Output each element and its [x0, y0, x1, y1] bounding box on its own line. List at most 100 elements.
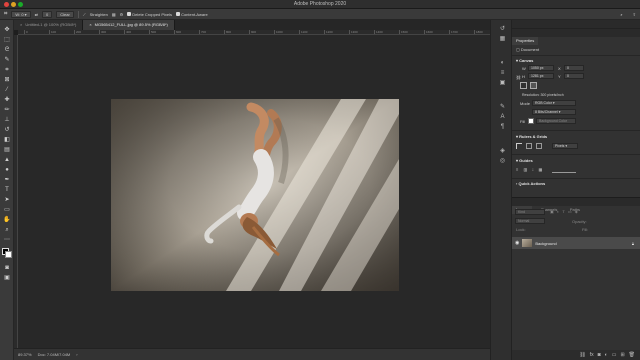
libraries-panel-icon[interactable]: ▣: [499, 80, 506, 87]
mode-select[interactable]: RGB Color ▾: [532, 100, 576, 106]
dodge-tool-icon[interactable]: ●: [3, 166, 11, 174]
hand-tool-icon[interactable]: ✋: [3, 216, 11, 224]
fill-select[interactable]: Background Color: [536, 118, 576, 124]
document-label: ▢ Document: [516, 47, 540, 52]
photo-image[interactable]: [111, 99, 399, 291]
swatches-panel-icon[interactable]: ▦: [499, 36, 506, 43]
bit-depth-select[interactable]: 8 Bits/Channel ▾: [532, 109, 576, 115]
status-chevron-icon[interactable]: ›: [76, 352, 77, 357]
brush-settings-icon[interactable]: ✎: [499, 104, 506, 111]
quick-select-tool-icon[interactable]: ✎: [3, 56, 11, 64]
pen-tool-icon[interactable]: ✒: [3, 176, 11, 184]
link-icon[interactable]: ⛓: [516, 75, 521, 80]
guide-color-select[interactable]: [552, 168, 576, 173]
landscape-orientation-icon[interactable]: [530, 82, 537, 89]
tab-properties[interactable]: Properties: [512, 37, 539, 45]
ruler-toggle-icon[interactable]: [516, 143, 522, 149]
blend-mode-select[interactable]: Normal: [515, 218, 545, 224]
stamp-tool-icon[interactable]: ⊥: [3, 116, 11, 124]
path-select-tool-icon[interactable]: ➤: [3, 196, 11, 204]
adjustment-layer-icon[interactable]: ◐: [605, 352, 608, 358]
settings-gear-icon[interactable]: ⚙: [120, 12, 124, 17]
quick-actions-section-title[interactable]: › Quick Actions: [516, 181, 545, 186]
window-title: Adobe Photoshop 2020: [293, 1, 347, 7]
trash-icon[interactable]: 🗑︎: [629, 352, 635, 358]
guide-layout-icons[interactable]: ≡ ▥ ⁞ ▦: [516, 167, 544, 172]
properties-panel-icon[interactable]: ≡: [499, 70, 506, 77]
fill-color-swatch[interactable]: [528, 118, 534, 124]
paragraph-panel-icon[interactable]: ¶: [499, 124, 506, 131]
rectangle-tool-icon[interactable]: ▭: [3, 206, 11, 214]
doc-size: Doc: 7.04M/7.04M: [37, 352, 71, 357]
history-panel-icon[interactable]: ↺: [499, 26, 506, 33]
lasso-tool-icon[interactable]: ᘓ: [3, 46, 11, 54]
eyedropper-tool-icon[interactable]: ⁄: [3, 86, 11, 94]
share-icon[interactable]: ⇪: [633, 12, 636, 17]
ruler-tick-label: 1500: [401, 30, 408, 34]
add-mask-icon[interactable]: ◙: [598, 352, 601, 358]
crop-tool-icon[interactable]: ⌗: [3, 66, 11, 74]
eraser-tool-icon[interactable]: ◧: [3, 136, 11, 144]
grid-toggle-icon[interactable]: [526, 143, 532, 149]
layer-filter-icons[interactable]: ▣ ◐ T ▭ ◈: [550, 209, 579, 214]
crop-tool-icon[interactable]: ⌗: [4, 11, 7, 18]
layer-row-background[interactable]: ◉ Background 🔒︎: [512, 237, 640, 249]
clear-button[interactable]: Clear: [56, 10, 74, 18]
more-tools-icon[interactable]: ⋯: [3, 236, 11, 244]
visibility-eye-icon[interactable]: ◉: [515, 240, 519, 246]
fx-icon[interactable]: fx: [590, 352, 594, 358]
swap-icon[interactable]: ⇄: [35, 12, 38, 17]
layer-kind-filter[interactable]: Kind: [515, 209, 545, 215]
mode-label: Mode: [520, 101, 531, 106]
width-field[interactable]: 1050 px: [528, 65, 554, 71]
zoom-tool-icon[interactable]: ⌕: [3, 226, 11, 234]
history-brush-icon[interactable]: ↺: [3, 126, 11, 134]
content-aware-checkbox[interactable]: Content-Aware: [176, 12, 208, 17]
divider: [77, 10, 79, 18]
y-label: Y: [558, 74, 561, 79]
straighten-icon[interactable]: ⟋: [83, 12, 86, 17]
x-field[interactable]: 0: [564, 65, 584, 71]
guide-toggle-icon[interactable]: [536, 143, 542, 149]
divider: [512, 55, 640, 56]
blur-tool-icon[interactable]: ▲: [3, 156, 11, 164]
quick-mask-icon[interactable]: ◙: [3, 264, 11, 272]
brush-tool-icon[interactable]: ✏: [3, 106, 11, 114]
document-tabs: × Untitled-1 @ 100% (RGB/8*) × MG565412_FU…: [14, 20, 490, 30]
healing-brush-icon[interactable]: ✚: [3, 96, 11, 104]
zoom-level[interactable]: 89.37%: [18, 352, 32, 357]
new-layer-icon[interactable]: ⊞: [620, 352, 624, 358]
canvas-section-title[interactable]: ▾ Canvas: [516, 58, 533, 63]
portrait-orientation-icon[interactable]: [520, 82, 527, 89]
height-field[interactable]: 1281 px: [528, 73, 554, 79]
layer-lock-icon[interactable]: 🔒︎: [632, 241, 634, 246]
search-icon[interactable]: ⌕: [620, 12, 622, 17]
link-layers-icon[interactable]: ⛓: [579, 352, 585, 358]
units-select[interactable]: Pixels ▾: [552, 143, 578, 149]
frame-tool-icon[interactable]: ⊠: [3, 76, 11, 84]
tab-active-photo[interactable]: × MG565412_FULL.jpg @ 89.5% (RGB/8*): [83, 20, 175, 30]
character-panel-icon[interactable]: A: [499, 114, 506, 121]
canvas-area[interactable]: [18, 35, 490, 348]
y-field[interactable]: 0: [564, 73, 584, 79]
background-color-swatch[interactable]: [5, 251, 12, 258]
straighten-button[interactable]: Straighten: [90, 12, 108, 17]
gradient-tool-icon[interactable]: ▤: [3, 146, 11, 154]
ruler-tick-label: 800: [226, 30, 232, 34]
adjustments-panel-icon[interactable]: ◐: [499, 60, 506, 67]
ratio-width-field[interactable]: W: 0 ▾: [11, 10, 31, 18]
guides-section-title[interactable]: ▾ Guides: [516, 158, 533, 163]
navigator-panel-icon[interactable]: ◎: [499, 158, 506, 165]
glyphs-panel-icon[interactable]: ◈: [499, 148, 506, 155]
layer-name[interactable]: Background: [535, 241, 556, 246]
move-tool-icon[interactable]: ✥: [3, 26, 11, 34]
marquee-tool-icon[interactable]: ⬚: [3, 36, 11, 44]
type-tool-icon[interactable]: T: [3, 186, 11, 194]
rulers-grids-section-title[interactable]: ▾ Rulers & Grids: [516, 134, 547, 139]
overlay-grid-icon[interactable]: ▦: [112, 12, 116, 17]
ratio-height-field[interactable]: 0: [42, 10, 53, 18]
tab-untitled[interactable]: × Untitled-1 @ 100% (RGB/8*): [14, 20, 84, 30]
screen-mode-icon[interactable]: ▣: [3, 274, 11, 282]
delete-cropped-checkbox[interactable]: Delete Cropped Pixels: [127, 12, 172, 17]
new-group-icon[interactable]: ▭: [612, 352, 617, 358]
